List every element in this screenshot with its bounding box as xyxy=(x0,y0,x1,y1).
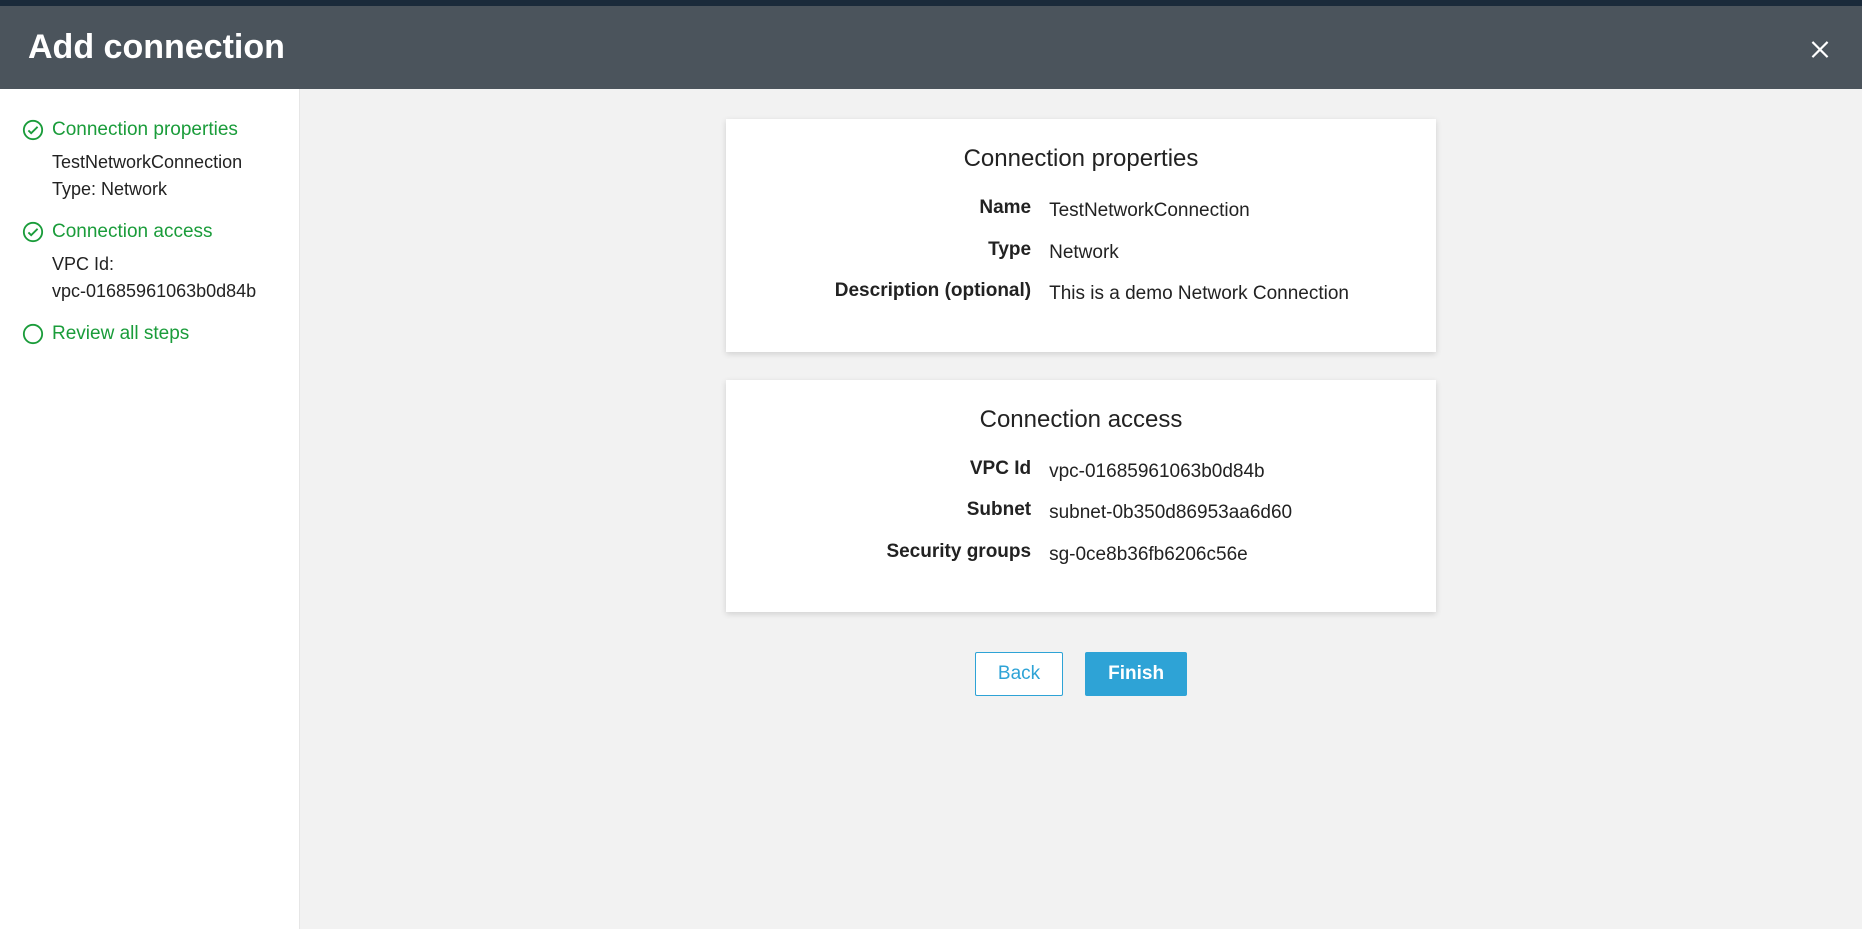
access-row-vpc: VPC Id vpc-01685961063b0d84b xyxy=(762,458,1400,486)
step-link-connection-properties[interactable]: Connection properties xyxy=(22,119,277,141)
step-detail-line: VPC Id: xyxy=(52,251,277,278)
row-value: This is a demo Network Connection xyxy=(1049,280,1400,308)
step-review: Review all steps xyxy=(22,323,277,345)
check-circle-icon xyxy=(22,221,44,243)
step-detail-line: vpc-01685961063b0d84b xyxy=(52,278,277,305)
modal-title: Add connection xyxy=(28,28,285,67)
step-link-review[interactable]: Review all steps xyxy=(22,323,277,345)
wizard-actions: Back Finish xyxy=(975,652,1187,696)
circle-outline-icon xyxy=(22,323,44,345)
wizard-sidebar: Connection properties TestNetworkConnect… xyxy=(0,89,300,929)
step-title: Review all steps xyxy=(52,323,189,345)
modal-header: Add connection xyxy=(0,6,1862,89)
row-value: vpc-01685961063b0d84b xyxy=(1049,458,1400,486)
check-circle-icon xyxy=(22,119,44,141)
step-detail-line: TestNetworkConnection xyxy=(52,149,277,176)
row-label: VPC Id xyxy=(762,458,1049,480)
step-detail-line: Type: Network xyxy=(52,176,277,203)
property-row-type: Type Network xyxy=(762,239,1400,267)
finish-button[interactable]: Finish xyxy=(1085,652,1187,696)
row-label: Name xyxy=(762,197,1049,219)
step-link-connection-access[interactable]: Connection access xyxy=(22,221,277,243)
row-value: TestNetworkConnection xyxy=(1049,197,1400,225)
step-title: Connection access xyxy=(52,221,213,243)
row-value: Network xyxy=(1049,239,1400,267)
close-icon[interactable] xyxy=(1806,34,1834,62)
row-value: subnet-0b350d86953aa6d60 xyxy=(1049,499,1400,527)
property-row-name: Name TestNetworkConnection xyxy=(762,197,1400,225)
row-label: Security groups xyxy=(762,541,1049,563)
step-connection-access: Connection access VPC Id: vpc-0168596106… xyxy=(22,221,277,305)
step-connection-properties: Connection properties TestNetworkConnect… xyxy=(22,119,277,203)
row-label: Description (optional) xyxy=(762,280,1049,302)
row-value: sg-0ce8b36fb6206c56e xyxy=(1049,541,1400,569)
access-row-security-groups: Security groups sg-0ce8b36fb6206c56e xyxy=(762,541,1400,569)
main-content: Connection properties Name TestNetworkCo… xyxy=(300,89,1862,929)
step-details: VPC Id: vpc-01685961063b0d84b xyxy=(52,251,277,305)
property-row-description: Description (optional) This is a demo Ne… xyxy=(762,280,1400,308)
access-row-subnet: Subnet subnet-0b350d86953aa6d60 xyxy=(762,499,1400,527)
connection-properties-card: Connection properties Name TestNetworkCo… xyxy=(726,119,1436,352)
step-title: Connection properties xyxy=(52,119,238,141)
back-button[interactable]: Back xyxy=(975,652,1063,696)
card-title: Connection properties xyxy=(762,145,1400,173)
row-label: Type xyxy=(762,239,1049,261)
card-title: Connection access xyxy=(762,406,1400,434)
connection-access-card: Connection access VPC Id vpc-01685961063… xyxy=(726,380,1436,613)
step-details: TestNetworkConnection Type: Network xyxy=(52,149,277,203)
row-label: Subnet xyxy=(762,499,1049,521)
